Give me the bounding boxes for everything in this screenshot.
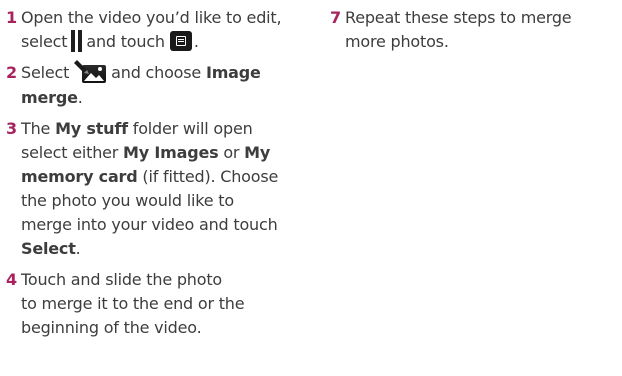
- step-1: 1 Open the video you’d like to edit, sel…: [6, 6, 306, 54]
- text-bold: Image: [205, 63, 261, 82]
- text-segment: Select: [21, 63, 70, 82]
- step-line: beginning of the video.: [21, 317, 202, 337]
- text-segment: or: [223, 142, 240, 162]
- text-segment: select either: [21, 142, 119, 162]
- instructions-left-column: 1 Open the video you’d like to edit, sel…: [6, 6, 306, 347]
- step-number: 4: [6, 269, 18, 289]
- step-7: 7 Repeat these steps to merge more photo…: [330, 6, 610, 54]
- step-line: Open the video you’d like to edit,: [21, 8, 282, 27]
- step-line: select and touch.: [21, 29, 281, 54]
- text-bold: My: [244, 142, 271, 162]
- step-text: Repeat these steps to merge more photos.: [345, 6, 572, 54]
- step-text: The My stuff folder will open select eit…: [21, 117, 278, 261]
- text-bold: Select: [21, 238, 76, 258]
- step-line: select either My Images or My: [21, 141, 278, 165]
- text-bold: My stuff: [55, 118, 128, 138]
- step-4: 4 Touch and slide the photo to merge it …: [6, 268, 306, 340]
- step-line: the photo you would like to: [21, 190, 234, 210]
- step-number: 2: [6, 63, 18, 82]
- step-line: Repeat these steps to merge: [345, 8, 572, 27]
- step-text: Select and choose Image merge.: [21, 59, 261, 110]
- step-text: Open the video you’d like to edit, selec…: [21, 6, 282, 54]
- text-bold: merge: [21, 87, 78, 107]
- menu-icon: [169, 30, 192, 51]
- step-3: 3 The My stuff folder will open select e…: [6, 117, 306, 261]
- text-segment: (if fitted). Choose: [142, 166, 279, 186]
- step-line: merge into your video and touch: [21, 214, 278, 234]
- text-segment: and touch: [86, 32, 165, 51]
- text-bold: My Images: [123, 142, 219, 162]
- step-line: more photos.: [345, 32, 449, 51]
- text-segment: select: [21, 32, 68, 51]
- image-edit-icon: [74, 59, 107, 83]
- step-line: merge.: [21, 86, 261, 110]
- step-number: 3: [6, 118, 18, 138]
- step-text: Touch and slide the photo to merge it to…: [21, 268, 245, 340]
- step-line: Select.: [21, 237, 278, 261]
- text-segment: and choose: [111, 63, 202, 82]
- step-number: 1: [6, 8, 18, 27]
- step-2: 2 Select and choose Image merge.: [6, 59, 306, 110]
- step-line: Select and choose Image: [21, 59, 261, 86]
- step-line: memory card (if fitted). Choose: [21, 165, 278, 189]
- step-line: Touch and slide the photo: [21, 269, 223, 289]
- step-number: 7: [330, 8, 342, 27]
- text-segment: .: [193, 32, 199, 51]
- text-segment: .: [77, 87, 83, 107]
- text-segment: The: [21, 118, 51, 138]
- step-line: The My stuff folder will open: [21, 117, 278, 141]
- text-segment: folder will open: [132, 118, 253, 138]
- text-segment: .: [75, 238, 81, 258]
- step-line: to merge it to the end or the: [21, 293, 245, 313]
- text-bold: memory card: [21, 166, 138, 186]
- instructions-right-column: 7 Repeat these steps to merge more photo…: [330, 6, 610, 61]
- pause-icon: [71, 29, 83, 52]
